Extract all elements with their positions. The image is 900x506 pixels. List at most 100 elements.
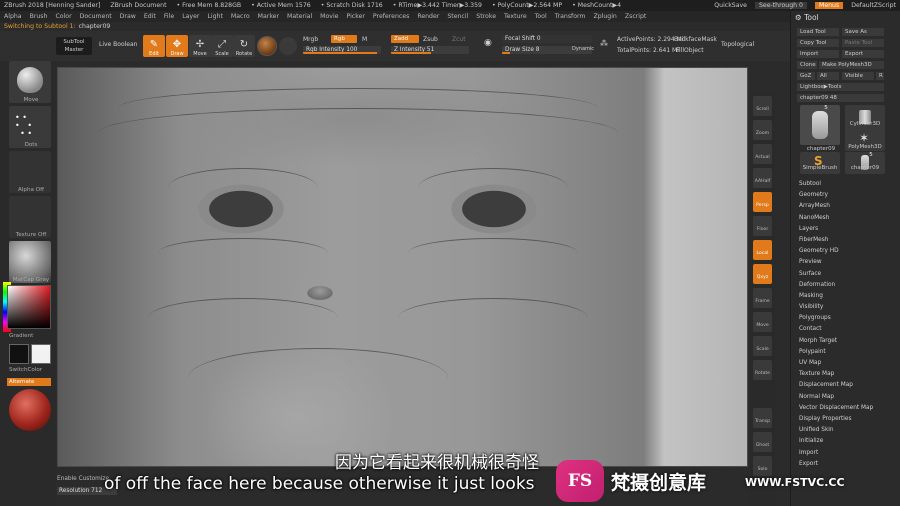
lightbox-tools-button[interactable]: Lightbox▶Tools [797,83,884,91]
rgb-toggle[interactable]: Rgb [331,35,357,43]
material-preview-icon[interactable] [9,389,51,431]
subtool-master-button[interactable]: SubTool Master [56,37,92,55]
r-button[interactable]: R [876,72,884,80]
tool-section-geometry[interactable]: Geometry [799,190,899,201]
shelf-scroll-button[interactable]: Scroll [753,96,772,116]
visible-button[interactable]: Visible [842,72,874,80]
menu-item-color[interactable]: Color [55,13,71,20]
goz-button[interactable]: GoZ [797,72,815,80]
tool-section-layers[interactable]: Layers [799,224,899,235]
menu-item-brush[interactable]: Brush [30,13,48,20]
alternate-button[interactable]: Alternate [7,378,51,386]
menu-item-marker[interactable]: Marker [258,13,279,20]
menu-item-picker[interactable]: Picker [346,13,364,20]
tool-section-texture-map[interactable]: Texture Map [799,369,899,380]
menu-item-movie[interactable]: Movie [320,13,338,20]
tool-section-displacement-map[interactable]: Displacement Map [799,380,899,391]
menu-item-preferences[interactable]: Preferences [373,13,409,20]
default-script-button[interactable]: DefaultZScript [851,2,896,9]
draw-button[interactable]: ✥ Draw [166,35,188,57]
menu-item-edit[interactable]: Edit [144,13,156,20]
tool-thumb-chapter09[interactable] [800,105,840,145]
shelf-aahalf-button[interactable]: AAHalf [753,168,772,188]
tool-section-import[interactable]: Import [799,448,899,459]
tool-section-masking[interactable]: Masking [799,291,899,302]
shelf-floor-button[interactable]: Floor [753,216,772,236]
tool-section-display-properties[interactable]: Display Properties [799,414,899,425]
move-button[interactable]: ✢ Move [189,35,211,57]
rotate-button[interactable]: ↻ Rotate [233,35,255,57]
shelf-persp-button[interactable]: Persp [753,192,772,212]
tool-section-deformation[interactable]: Deformation [799,280,899,291]
viewport-canvas[interactable] [57,67,748,467]
edit-button[interactable]: ✎ Edit [143,35,165,57]
menu-item-document[interactable]: Document [80,13,112,20]
scale-button[interactable]: ⤢ Scale [211,35,233,57]
gyro-icon[interactable] [279,37,297,55]
focal-shift-slider[interactable]: Focal Shift 0 [502,35,592,43]
clone-button[interactable]: Clone [797,61,817,69]
tool-section-vector-displacement-map[interactable]: Vector Displacement Map [799,403,899,414]
switch-color-button[interactable]: SwitchColor [0,367,62,373]
menu-item-zscript[interactable]: Zscript [625,13,646,20]
menu-item-stencil[interactable]: Stencil [447,13,468,20]
menu-item-macro[interactable]: Macro [231,13,250,20]
tool-section-unified-skin[interactable]: Unified Skin [799,425,899,436]
menu-item-transform[interactable]: Transform [555,13,586,20]
quicksave-button[interactable]: QuickSave [714,2,747,9]
tool-section-fibermesh[interactable]: FiberMesh [799,235,899,246]
shelf-zoom-button[interactable]: Zoom [753,120,772,140]
menu-item-zplugin[interactable]: Zplugin [593,13,616,20]
zcut-toggle[interactable]: Zcut [452,36,466,43]
menu-item-draw[interactable]: Draw [120,13,136,20]
menu-item-light[interactable]: Light [207,13,222,20]
menu-item-stroke[interactable]: Stroke [476,13,496,20]
live-boolean-button[interactable]: Live Boolean [99,41,137,48]
copy-tool-button[interactable]: Copy Tool [797,39,839,47]
menus-button[interactable]: Menus [814,2,844,9]
enable-customize-button[interactable]: Enable Customize [57,476,109,482]
menu-item-material[interactable]: Material [287,13,312,20]
menu-item-layer[interactable]: Layer [182,13,199,20]
main-color-swatch[interactable] [9,344,29,364]
color-picker[interactable] [7,285,51,329]
m-toggle[interactable]: M [362,36,367,43]
shelf-local-button[interactable]: Local [753,240,772,260]
tool-name-slider[interactable]: chapter09 48 [797,94,884,102]
menu-item-texture[interactable]: Texture [504,13,527,20]
tool-section-surface[interactable]: Surface [799,269,899,280]
shelf-scale-button[interactable]: Scale [753,336,772,356]
zsub-toggle[interactable]: Zsub [423,36,438,43]
backface-mask-toggle[interactable]: BackfaceMask [674,36,717,43]
tool-section-nanomesh[interactable]: NanoMesh [799,213,899,224]
shelf-rotate-button[interactable]: Rotate [753,360,772,380]
shelf-actual-button[interactable]: Actual [753,144,772,164]
tool-section-arraymesh[interactable]: ArrayMesh [799,201,899,212]
z-intensity-slider[interactable]: Z Intensity 51 [391,46,469,54]
tool-section-morph-target[interactable]: Morph Target [799,336,899,347]
tool-section-subtool[interactable]: Subtool [799,179,899,190]
tool-thumb-cylinder3d[interactable] [845,105,885,131]
shelf-xyz-button[interactable]: Qxyz [753,264,772,284]
tool-section-contact[interactable]: Contact [799,324,899,335]
tool-section-export[interactable]: Export [799,459,899,470]
export-button[interactable]: Export [842,50,884,58]
shelf-move-button[interactable]: Move [753,312,772,332]
menu-item-alpha[interactable]: Alpha [4,13,22,20]
tool-section-polygroups[interactable]: Polygroups [799,313,899,324]
menu-item-file[interactable]: File [164,13,174,20]
tool-section-preview[interactable]: Preview [799,257,899,268]
tool-section-polypaint[interactable]: Polypaint [799,347,899,358]
shelf-transp-button[interactable]: Transp [753,408,772,428]
shelf-frame-button[interactable]: Frame [753,288,772,308]
mrgb-toggle[interactable]: Mrgb [303,36,318,43]
import-button[interactable]: Import [797,50,839,58]
menu-item-tool[interactable]: Tool [535,13,547,20]
see-through-slider[interactable]: See-through 0 [754,2,807,9]
tool-section-uv-map[interactable]: UV Map [799,358,899,369]
make-polymesh-button[interactable]: Make PolyMesh3D [819,61,884,69]
paste-tool-button[interactable]: Paste Tool [842,39,884,47]
zadd-toggle[interactable]: Zadd [391,35,419,43]
shelf-solo-button[interactable]: Solo [753,456,772,476]
material-sphere-icon[interactable] [257,36,277,56]
